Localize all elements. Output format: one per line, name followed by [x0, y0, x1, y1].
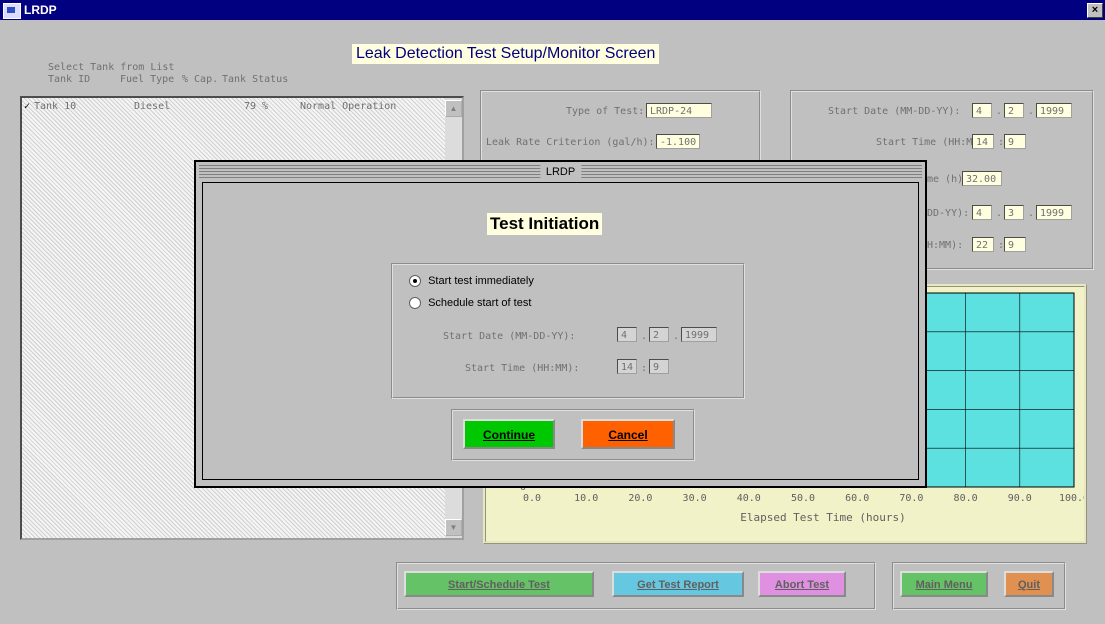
window-title: LRDP — [24, 3, 57, 17]
start-hour-field[interactable]: 14 — [972, 134, 994, 149]
x-tick-label: 30.0 — [683, 493, 707, 504]
scroll-up-icon[interactable]: ▲ — [445, 100, 462, 117]
list-item[interactable]: ✓ Tank 10 Diesel 79 % Normal Operation — [24, 101, 444, 115]
start-minute-field[interactable]: 9 — [1004, 134, 1026, 149]
start-year-field[interactable]: 1999 — [1036, 103, 1072, 118]
x-tick-label: 80.0 — [954, 493, 978, 504]
x-tick-label: 70.0 — [899, 493, 923, 504]
cancel-button[interactable]: Cancel — [581, 419, 675, 449]
leak-rate-label: Leak Rate Criterion (gal/h): — [486, 137, 655, 148]
radio-selected-icon[interactable] — [409, 275, 421, 288]
dialog-titlebar: LRDP — [199, 165, 922, 179]
test-params-panel — [480, 90, 761, 164]
x-tick-label: 100.0 — [1059, 493, 1084, 504]
dialog-start-minute-field[interactable]: 9 — [649, 359, 669, 374]
test-type-label: Type of Test: — [566, 106, 645, 117]
col-header-tank-id: Tank ID — [48, 74, 91, 85]
dialog-heading: Test Initiation — [487, 213, 603, 235]
tank-status: Normal Operation — [300, 101, 397, 112]
end-minute-field[interactable]: 9 — [1004, 237, 1026, 252]
end-date-label-partial: DD-YY): — [927, 208, 970, 219]
test-initiation-dialog: LRDP Test Initiation Start test immediat… — [194, 160, 927, 488]
end-month-field[interactable]: 4 — [972, 205, 992, 220]
end-day-field[interactable]: 3 — [1004, 205, 1024, 220]
start-month-field[interactable]: 4 — [972, 103, 992, 118]
start-immediately-label: Start test immediately — [428, 275, 534, 287]
dialog-start-year-field[interactable]: 1999 — [681, 327, 717, 342]
start-immediately-option[interactable]: Start test immediately — [409, 275, 534, 288]
dialog-start-day-field[interactable]: 2 — [649, 327, 669, 342]
x-axis-label: Elapsed Test Time (hours) — [740, 511, 906, 524]
close-button[interactable]: × — [1087, 3, 1103, 18]
start-date-label: Start Date (MM-DD-YY): — [828, 106, 961, 117]
dialog-start-hour-field[interactable]: 14 — [617, 359, 637, 374]
schedule-start-label: Schedule start of test — [428, 297, 532, 309]
duration-field[interactable]: 32.00 — [962, 171, 1002, 186]
end-hour-field[interactable]: 22 — [972, 237, 994, 252]
check-icon: ✓ — [24, 101, 31, 112]
radio-unselected-icon[interactable] — [409, 297, 421, 310]
end-time-label-partial: H:MM): — [927, 240, 964, 251]
window-titlebar: LRDP × — [0, 0, 1105, 20]
x-tick-label: 40.0 — [737, 493, 761, 504]
x-tick-label: 60.0 — [845, 493, 869, 504]
col-header-fuel-type: Fuel Type — [120, 74, 175, 85]
test-type-field[interactable]: LRDP-24 — [646, 103, 712, 118]
dialog-start-date-label: Start Date (MM-DD-YY): — [443, 331, 576, 342]
get-test-report-button[interactable]: Get Test Report — [612, 571, 744, 597]
col-header-capacity: % Cap. — [182, 74, 219, 85]
capacity: 79 % — [244, 101, 269, 112]
schedule-start-option[interactable]: Schedule start of test — [409, 297, 532, 310]
end-year-field[interactable]: 1999 — [1036, 205, 1072, 220]
continue-button[interactable]: Continue — [463, 419, 555, 449]
tank-list-caption: Select Tank from List — [48, 62, 175, 73]
dialog-start-month-field[interactable]: 4 — [617, 327, 637, 342]
leak-rate-field[interactable]: -1.100 — [656, 134, 700, 149]
main-menu-button[interactable]: Main Menu — [900, 571, 988, 597]
x-tick-label: 10.0 — [574, 493, 598, 504]
start-schedule-test-button[interactable]: Start/Schedule Test — [404, 571, 594, 597]
x-tick-label: 90.0 — [1008, 493, 1032, 504]
start-day-field[interactable]: 2 — [1004, 103, 1024, 118]
page-title: Leak Detection Test Setup/Monitor Screen — [352, 44, 660, 64]
tank-id: Tank 10 — [34, 101, 77, 112]
dialog-title: LRDP — [539, 165, 582, 179]
dialog-body: Test Initiation Start test immediately S… — [202, 182, 919, 480]
x-tick-label: 0.0 — [523, 493, 541, 504]
dialog-start-time-label: Start Time (HH:MM): — [465, 363, 580, 374]
fuel-type: Diesel — [134, 101, 171, 112]
x-tick-label: 20.0 — [628, 493, 652, 504]
quit-button[interactable]: Quit — [1004, 571, 1054, 597]
app-icon — [3, 3, 21, 19]
abort-test-button[interactable]: Abort Test — [758, 571, 846, 597]
col-header-tank-status: Tank Status — [222, 74, 289, 85]
x-tick-label: 50.0 — [791, 493, 815, 504]
scroll-down-icon[interactable]: ▼ — [445, 519, 462, 536]
